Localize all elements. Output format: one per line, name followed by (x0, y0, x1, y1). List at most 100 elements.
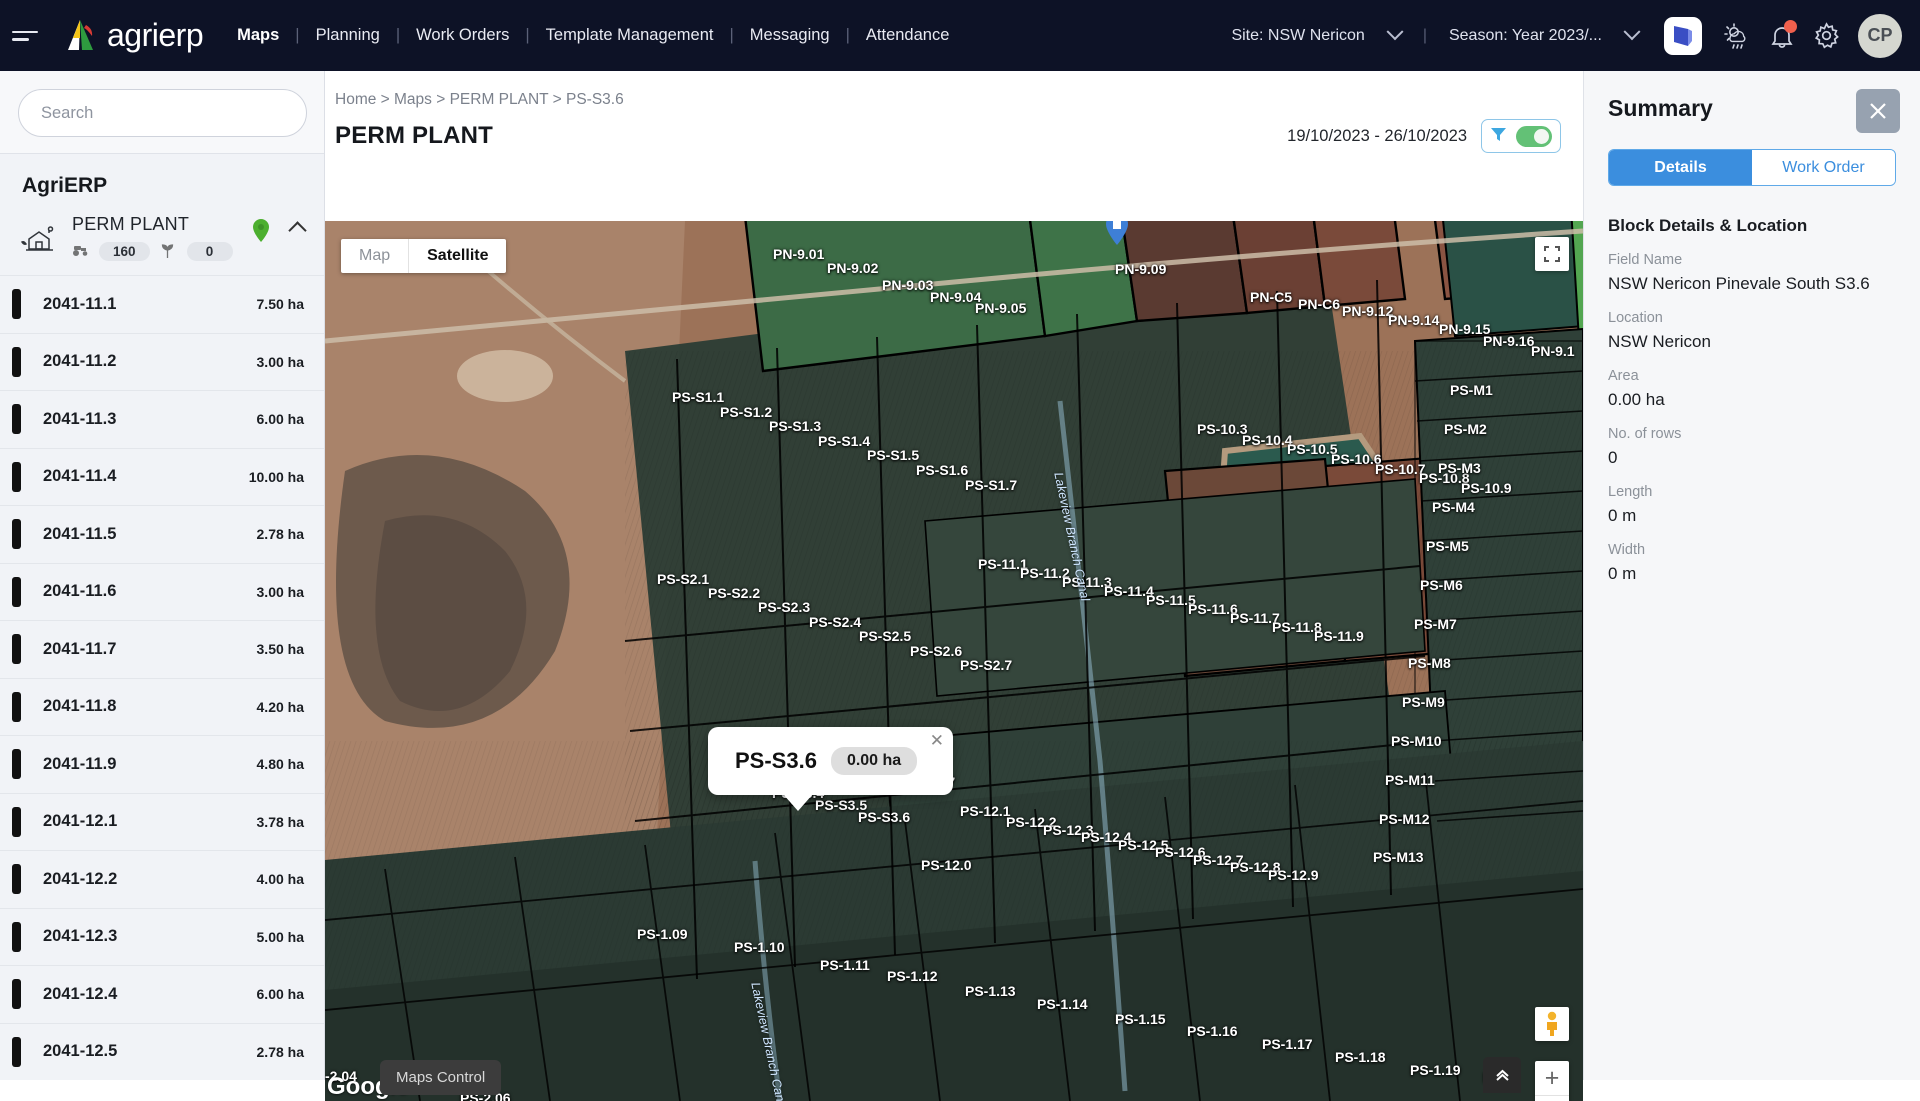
summary-section-title: Block Details & Location (1584, 186, 1920, 236)
tab-work-order[interactable]: Work Order (1752, 150, 1895, 185)
block-name: 2041-11.5 (43, 525, 116, 544)
location-pin-icon[interactable] (253, 219, 269, 242)
nav-separator: | (295, 26, 299, 45)
nav-link-template-management[interactable]: Template Management (544, 26, 716, 45)
close-icon[interactable] (1856, 89, 1900, 133)
season-selector[interactable]: Season: Year 2023/... (1449, 27, 1638, 45)
funnel-icon[interactable] (1490, 126, 1507, 147)
notification-badge (1784, 20, 1797, 33)
list-item[interactable]: 2041-11.63.00 ha (0, 563, 324, 621)
color-bar (12, 749, 21, 779)
season-selector-label: Season: Year 2023/... (1449, 27, 1602, 45)
list-item[interactable]: 2041-12.35.00 ha (0, 908, 324, 966)
map-marker-icon[interactable] (1105, 221, 1129, 245)
color-bar (12, 634, 21, 664)
date-range-label[interactable]: 19/10/2023 - 26/10/2023 (1287, 127, 1467, 146)
field-value: 0.00 ha (1608, 390, 1920, 410)
list-item[interactable]: 2041-11.17.50 ha (0, 275, 324, 333)
filter-toggle-control[interactable] (1481, 119, 1561, 153)
chevron-down-icon (1624, 23, 1641, 40)
block-area: 7.50 ha (257, 296, 304, 312)
block-area: 10.00 ha (249, 469, 304, 485)
nav-link-attendance[interactable]: Attendance (864, 26, 951, 45)
list-item[interactable]: 2041-12.13.78 ha (0, 793, 324, 851)
nav-separator: | (525, 26, 529, 45)
nav-link-planning[interactable]: Planning (314, 26, 382, 45)
hamburger-menu-icon[interactable] (12, 19, 46, 53)
map-type-satellite-option[interactable]: Satellite (408, 239, 506, 273)
block-name: 2041-11.2 (43, 352, 116, 371)
plant-icon (160, 243, 177, 260)
field-label: Location (1608, 310, 1920, 326)
field-label: Width (1608, 542, 1920, 558)
popup-feature-name: PS-S3.6 (735, 748, 817, 774)
color-bar (12, 519, 21, 549)
site-selector[interactable]: Site: NSW Nericon (1231, 27, 1400, 45)
zoom-out-button[interactable]: − (1535, 1096, 1569, 1101)
nav-separator: | (846, 26, 850, 45)
chevrons-up-icon[interactable] (1483, 1057, 1521, 1093)
street-view-pegman-icon[interactable] (1535, 1007, 1569, 1041)
filter-toggle-switch[interactable] (1516, 126, 1552, 147)
color-bar (12, 289, 21, 319)
block-area: 6.00 ha (257, 411, 304, 427)
nav-link-messaging[interactable]: Messaging (748, 26, 832, 45)
field-value: 0 m (1608, 564, 1920, 584)
search-container (0, 71, 324, 153)
list-item[interactable]: 2041-11.52.78 ha (0, 505, 324, 563)
list-item[interactable]: 2041-11.94.80 ha (0, 735, 324, 793)
list-item[interactable]: 2041-12.2 4.00 ha (0, 850, 324, 908)
list-item[interactable]: 2041-11.4 10.00 ha (0, 448, 324, 506)
list-item[interactable]: 2041-12.4 6.00 ha (0, 965, 324, 1023)
color-bar (12, 462, 21, 492)
block-name: 2041-12.4 (43, 985, 117, 1004)
search-input[interactable] (18, 89, 307, 137)
field-value: 0 (1608, 448, 1920, 468)
map-type-map-option[interactable]: Map (341, 239, 408, 273)
map-type-control[interactable]: Map Satellite (341, 239, 506, 273)
block-area: 4.00 ha (257, 871, 304, 887)
color-bar (12, 692, 21, 722)
color-bar (12, 577, 21, 607)
field-label: Length (1608, 484, 1920, 500)
block-name: 2041-12.5 (43, 1042, 117, 1061)
zoom-in-button[interactable]: + (1535, 1061, 1569, 1095)
notification-bell-icon[interactable] (1760, 14, 1804, 58)
color-bar (12, 1037, 21, 1067)
nav-link-maps[interactable]: Maps (235, 26, 281, 45)
satellite-map-imagery (325, 221, 1583, 1101)
color-bar (12, 979, 21, 1009)
fullscreen-icon[interactable] (1535, 237, 1569, 271)
weather-icon[interactable] (1716, 14, 1760, 58)
nav-link-work-orders[interactable]: Work Orders (414, 26, 511, 45)
map-container[interactable]: Map Satellite + − Maps (325, 221, 1583, 1101)
chevron-up-icon[interactable] (288, 221, 306, 239)
block-area: 3.00 ha (257, 354, 304, 370)
map-feature-popup[interactable]: PS-S3.6 0.00 ha ✕ (708, 727, 953, 795)
close-icon[interactable]: ✕ (930, 731, 944, 751)
farm-group-header[interactable]: PERM PLANT 160 0 (0, 210, 324, 275)
tab-details[interactable]: Details (1609, 150, 1752, 185)
list-item[interactable]: 2041-11.36.00 ha (0, 390, 324, 448)
map-zoom-controls[interactable]: + − (1535, 1061, 1569, 1101)
brand-logo[interactable]: agrierp (60, 16, 203, 56)
list-item[interactable]: 2041-11.84.20 ha (0, 678, 324, 736)
avatar[interactable]: CP (1858, 14, 1902, 58)
summary-panel-header: Summary (1584, 71, 1920, 133)
dynamics-tile-icon[interactable] (1664, 17, 1702, 55)
color-bar (12, 864, 21, 894)
block-area: 6.00 ha (257, 986, 304, 1002)
page-title-bar: PERM PLANT 19/10/2023 - 26/10/2023 (325, 109, 1583, 153)
list-item[interactable]: 2041-11.2 3.00 ha (0, 333, 324, 391)
breadcrumb[interactable]: Home > Maps > PERM PLANT > PS-S3.6 (325, 71, 1583, 109)
field-row: Location NSW Nericon (1584, 294, 1920, 352)
summary-tabs: Details Work Order (1608, 149, 1896, 186)
brand-name: agrierp (107, 17, 203, 54)
list-item[interactable]: 2041-12.52.78 ha (0, 1023, 324, 1081)
agrierp-logo-icon (60, 16, 100, 56)
block-name: 2041-11.4 (43, 467, 116, 486)
field-value: NSW Nericon (1608, 332, 1920, 352)
block-name: 2041-12.2 (43, 870, 117, 889)
gear-icon[interactable] (1804, 14, 1848, 58)
list-item[interactable]: 2041-11.73.50 ha (0, 620, 324, 678)
